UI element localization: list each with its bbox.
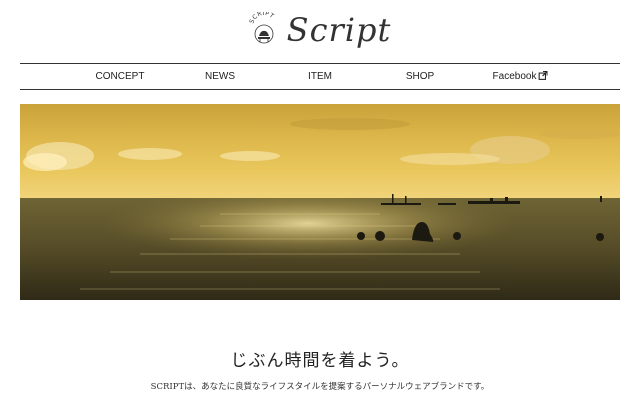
nav-news[interactable]: NEWS xyxy=(205,64,235,89)
nav-facebook[interactable]: Facebook xyxy=(493,64,548,89)
page: SCRIPT Script CONCEPT NEWS ITEM SHOP Fac… xyxy=(0,0,640,400)
external-link-icon xyxy=(538,71,548,80)
nav-shop[interactable]: SHOP xyxy=(406,64,434,89)
logo-wordmark: Script xyxy=(286,11,392,49)
nav-concept[interactable]: CONCEPT xyxy=(96,64,145,89)
main-navigation: CONCEPT NEWS ITEM SHOP Facebook xyxy=(20,63,620,90)
logo-badge-text: SCRIPT xyxy=(249,12,275,25)
nav-facebook-label: Facebook xyxy=(492,71,537,82)
brand-description: SCRIPTは、あなたに良質なライフスタイルを提案するパーソナルウェアブランドで… xyxy=(150,382,490,392)
hero-photo xyxy=(20,104,620,300)
hero-image xyxy=(20,104,620,300)
site-logo[interactable]: SCRIPT Script xyxy=(0,8,640,52)
page-tagline: じぶん時間を着よう。 xyxy=(230,351,410,371)
svg-text:SCRIPT: SCRIPT xyxy=(249,12,275,25)
nav-item[interactable]: ITEM xyxy=(308,64,332,89)
logo-badge-icon: SCRIPT xyxy=(249,12,275,44)
